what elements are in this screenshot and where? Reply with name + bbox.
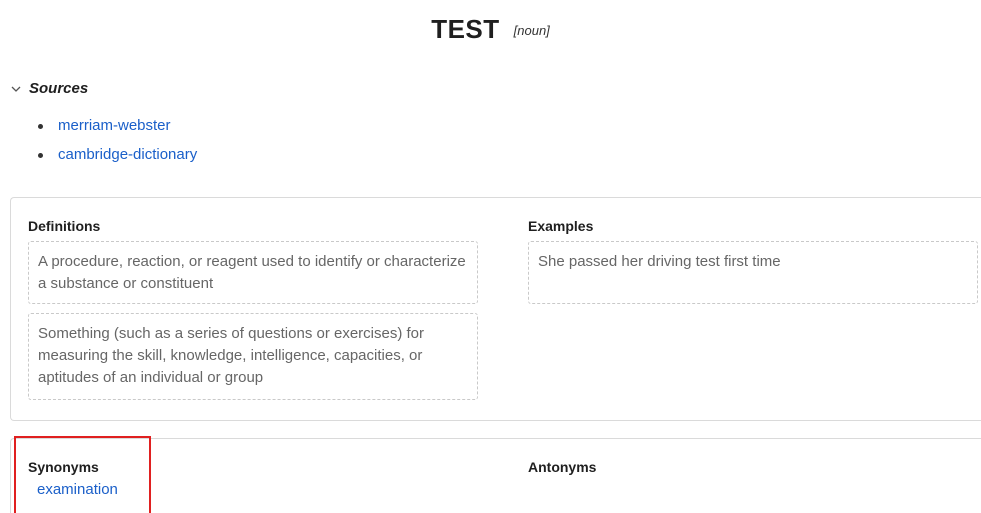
definition-item: A procedure, reaction, or reagent used t… xyxy=(28,241,478,304)
list-item: cambridge-dictionary xyxy=(38,145,197,174)
example-item: She passed her driving test first time xyxy=(528,241,978,304)
dictionary-page: TEST [noun] Sources merriam-webster cambr… xyxy=(0,0,981,513)
definition-item: Something (such as a series of questions… xyxy=(28,313,478,400)
source-link-merriam-webster[interactable]: merriam-webster xyxy=(58,117,171,134)
bullet xyxy=(38,153,43,158)
chevron-down-icon xyxy=(11,86,21,92)
sources-label: Sources xyxy=(29,80,89,97)
entry-header: TEST [noun] xyxy=(0,14,981,45)
synonyms-heading: Synonyms xyxy=(28,459,99,475)
bullet xyxy=(38,124,43,129)
source-link-cambridge-dictionary[interactable]: cambridge-dictionary xyxy=(58,146,197,163)
part-of-speech: [noun] xyxy=(513,23,550,38)
antonyms-heading: Antonyms xyxy=(528,459,597,475)
examples-heading: Examples xyxy=(528,218,594,234)
synonym-link-examination[interactable]: examination xyxy=(37,481,118,498)
definitions-heading: Definitions xyxy=(28,218,101,234)
sources-list: merriam-webster cambridge-dictionary xyxy=(38,116,197,174)
synonyms-antonyms-card: Synonyms examination Antonyms xyxy=(10,438,981,513)
list-item: merriam-webster xyxy=(38,116,197,145)
entry-word: TEST xyxy=(431,14,500,44)
sources-toggle[interactable]: Sources xyxy=(9,80,88,97)
definitions-examples-card: Definitions A procedure, reaction, or re… xyxy=(10,197,981,421)
